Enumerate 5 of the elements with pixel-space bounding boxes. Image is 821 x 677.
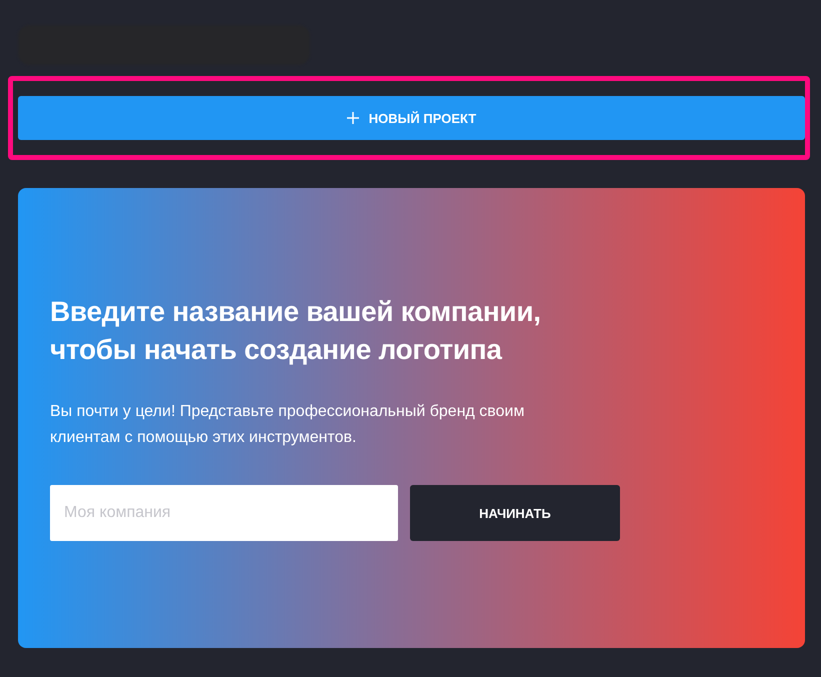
plus-icon: [346, 112, 359, 124]
promo-text: Вы почти у цели! Представьте профессиональный бренд своим клиентам с помощью этих инструментов.: [50, 402, 526, 448]
promo-heading: Введите название вашей компании, чтобы начать создание логотипа: [50, 295, 542, 367]
start-button[interactable]: НАЧИНАТЬ: [410, 485, 620, 541]
company-name-field[interactable]: Моя компания: [50, 485, 398, 541]
